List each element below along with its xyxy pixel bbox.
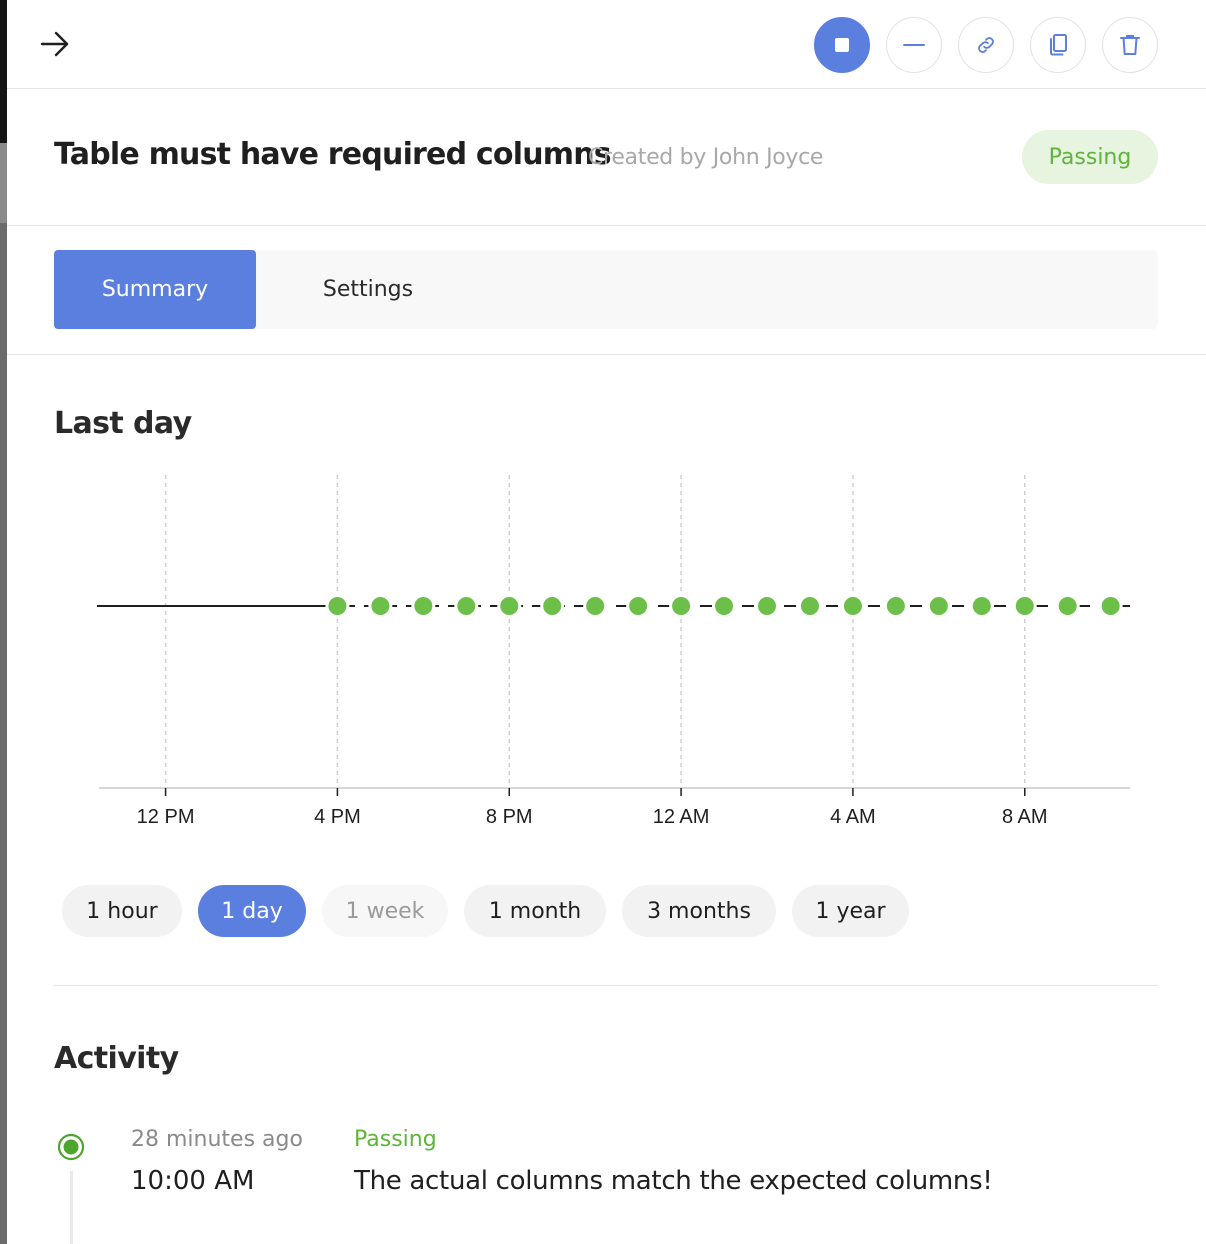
section-title-activity: Activity <box>54 1041 179 1076</box>
trash-icon <box>1120 35 1140 55</box>
divider <box>54 985 1158 986</box>
data-point[interactable] <box>457 597 476 615</box>
data-point[interactable] <box>543 597 562 615</box>
tab-summary[interactable]: Summary <box>54 250 256 329</box>
data-point[interactable] <box>929 597 948 615</box>
x-tick-label: 12 AM <box>653 806 710 828</box>
minus-icon <box>903 44 925 46</box>
range-1-week: 1 week <box>322 885 448 937</box>
status-badge: Passing <box>1022 130 1158 184</box>
data-point[interactable] <box>500 597 519 615</box>
range-3-months[interactable]: 3 months <box>622 885 776 937</box>
data-point[interactable] <box>586 597 605 615</box>
tab-bar: Summary Settings <box>7 226 1206 355</box>
tab-settings[interactable]: Settings <box>256 250 480 329</box>
data-point[interactable] <box>629 597 648 615</box>
assertion-header: Table must have required columns Created… <box>7 89 1206 226</box>
minimize-button[interactable] <box>886 17 942 73</box>
data-point[interactable] <box>715 597 734 615</box>
data-point[interactable] <box>1058 597 1077 615</box>
link-icon <box>978 37 994 53</box>
activity-relative-time: 28 minutes ago <box>131 1127 303 1152</box>
x-tick-label: 8 PM <box>486 806 533 828</box>
data-point[interactable] <box>371 597 390 615</box>
data-point[interactable] <box>843 597 862 615</box>
x-tick-label: 12 PM <box>137 806 195 828</box>
copy-button[interactable] <box>1030 17 1086 73</box>
arrow-right-icon[interactable] <box>39 28 71 60</box>
copy-icon <box>1050 34 1067 56</box>
data-point[interactable] <box>1015 597 1034 615</box>
x-tick-label: 8 AM <box>1002 806 1048 828</box>
range-1-year[interactable]: 1 year <box>792 885 909 937</box>
copy-link-button[interactable] <box>958 17 1014 73</box>
data-point[interactable] <box>972 597 991 615</box>
data-point[interactable] <box>758 597 777 615</box>
activity-message: The actual columns match the expected co… <box>354 1166 993 1196</box>
activity-timeline-line <box>70 1171 73 1244</box>
delete-button[interactable] <box>1102 17 1158 73</box>
data-point[interactable] <box>886 597 905 615</box>
section-title-last-day: Last day <box>54 406 192 441</box>
stop-icon <box>835 38 849 52</box>
data-point[interactable] <box>672 597 691 615</box>
x-tick-label: 4 AM <box>830 806 876 828</box>
stop-button[interactable] <box>814 17 870 73</box>
x-tick-label: 4 PM <box>314 806 361 828</box>
activity-status: Passing <box>354 1127 437 1152</box>
toolbar <box>7 0 1206 89</box>
data-point[interactable] <box>414 597 433 615</box>
data-point[interactable] <box>328 597 347 615</box>
status-timeline-chart: 12 PM 4 PM 8 PM 12 AM 4 AM 8 AM <box>97 475 1130 828</box>
range-1-month[interactable]: 1 month <box>464 885 606 937</box>
range-1-day[interactable]: 1 day <box>198 885 306 937</box>
data-point[interactable] <box>800 597 819 615</box>
passing-status-icon <box>57 1133 85 1161</box>
activity-time: 10:00 AM <box>131 1166 255 1196</box>
data-point[interactable] <box>1101 597 1120 615</box>
page-title: Table must have required columns <box>54 137 612 172</box>
range-1-hour[interactable]: 1 hour <box>62 885 182 937</box>
created-by-label: Created by John Joyce <box>588 145 824 170</box>
